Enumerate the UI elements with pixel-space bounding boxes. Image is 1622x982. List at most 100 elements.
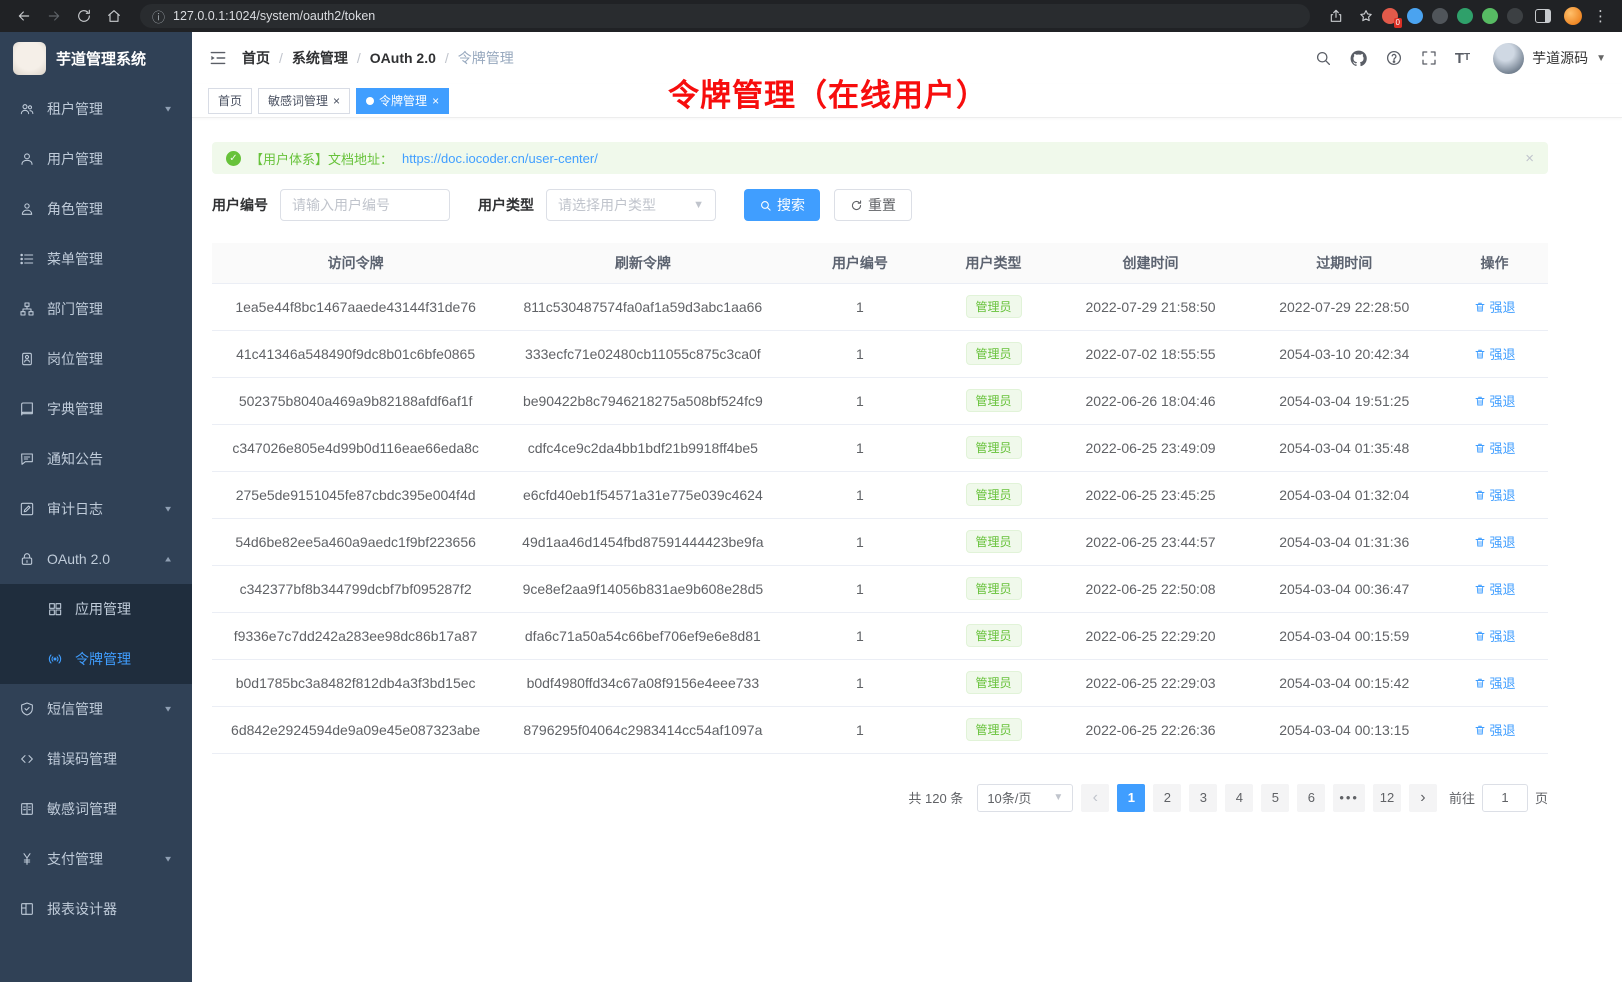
share-icon[interactable] bbox=[1322, 3, 1350, 29]
force-logout-button[interactable]: 强退 bbox=[1474, 344, 1516, 363]
extension-dark-icon[interactable] bbox=[1432, 8, 1448, 24]
force-logout-button[interactable]: 强退 bbox=[1474, 532, 1516, 551]
force-logout-button[interactable]: 强退 bbox=[1474, 391, 1516, 410]
font-size-icon[interactable]: TT bbox=[1455, 51, 1470, 66]
table-row: c347026e805e4d99b0d116eae66eda8ccdfc4ce9… bbox=[212, 424, 1548, 471]
sidebar-item-label: 错误码管理 bbox=[47, 749, 117, 769]
page-button-12[interactable]: 12 bbox=[1373, 784, 1401, 812]
force-logout-label: 强退 bbox=[1490, 579, 1516, 598]
sidebar-item-user[interactable]: 用户管理 bbox=[0, 134, 192, 184]
expire-time-cell: 2054-03-10 20:42:34 bbox=[1247, 330, 1441, 377]
app-logo-row[interactable]: 芋道管理系统 bbox=[0, 32, 192, 84]
force-logout-label: 强退 bbox=[1490, 391, 1516, 410]
sidebar-item-oauth2-app[interactable]: 应用管理 bbox=[0, 584, 192, 634]
tab-token[interactable]: 令牌管理× bbox=[356, 88, 449, 114]
page-size-select[interactable]: 10条/页 ▼ bbox=[977, 784, 1073, 812]
sidebar-item-pay[interactable]: 支付管理▼ bbox=[0, 834, 192, 884]
sidebar-item-audit-log[interactable]: 审计日志▼ bbox=[0, 484, 192, 534]
breadcrumb-item[interactable]: 首页 bbox=[242, 48, 270, 68]
goto-page-input[interactable] bbox=[1482, 784, 1528, 812]
page-more-button[interactable]: ••• bbox=[1333, 784, 1365, 812]
tab-sensitive-word[interactable]: 敏感词管理× bbox=[258, 88, 350, 114]
page-button-6[interactable]: 6 bbox=[1297, 784, 1325, 812]
sidebar-item-dict[interactable]: 字典管理 bbox=[0, 384, 192, 434]
code-icon bbox=[19, 751, 35, 767]
header-actions: TT 芋道源码 ▼ bbox=[1314, 43, 1606, 74]
browser-profile-avatar[interactable] bbox=[1559, 3, 1587, 29]
sidebar-item-post[interactable]: 岗位管理 bbox=[0, 334, 192, 384]
sidebar-item-report[interactable]: 报表设计器 bbox=[0, 884, 192, 934]
sidebar-item-sms[interactable]: 短信管理▼ bbox=[0, 684, 192, 734]
sidebar-item-error-code[interactable]: 错误码管理 bbox=[0, 734, 192, 784]
tab-close-icon[interactable]: × bbox=[333, 95, 340, 107]
breadcrumb-item[interactable]: 系统管理 bbox=[292, 48, 348, 68]
user-id-cell: 1 bbox=[786, 283, 933, 330]
col-refresh-token: 刷新令牌 bbox=[499, 243, 786, 283]
user-type-tag: 管理员 bbox=[966, 530, 1022, 553]
app-title: 芋道管理系统 bbox=[56, 48, 146, 69]
alert-close-icon[interactable]: × bbox=[1525, 150, 1534, 167]
browser-forward-button[interactable] bbox=[40, 3, 68, 29]
sidebar-item-role[interactable]: 角色管理 bbox=[0, 184, 192, 234]
tab-home[interactable]: 首页 bbox=[208, 88, 252, 114]
force-logout-button[interactable]: 强退 bbox=[1474, 438, 1516, 457]
force-logout-button[interactable]: 强退 bbox=[1474, 297, 1516, 316]
url-bar[interactable]: ⓘ 127.0.0.1:1024/system/oauth2/token bbox=[140, 4, 1310, 28]
force-logout-button[interactable]: 强退 bbox=[1474, 673, 1516, 692]
fullscreen-icon[interactable] bbox=[1420, 49, 1438, 67]
browser-home-button[interactable] bbox=[100, 3, 128, 29]
reset-button-label: 重置 bbox=[868, 195, 896, 215]
refresh-token-cell: 811c530487574fa0af1a59d3abc1aa66 bbox=[499, 283, 786, 330]
extension-puzzle-icon[interactable] bbox=[1482, 8, 1498, 24]
search-icon[interactable] bbox=[1314, 49, 1332, 67]
action-cell: 强退 bbox=[1441, 377, 1548, 424]
sidebar-item-notice[interactable]: 通知公告 bbox=[0, 434, 192, 484]
sidebar-item-oauth2[interactable]: OAuth 2.0▲ bbox=[0, 534, 192, 584]
page-button-4[interactable]: 4 bbox=[1225, 784, 1253, 812]
page-button-2[interactable]: 2 bbox=[1153, 784, 1181, 812]
refresh-token-cell: be90422b8c7946218275a508bf524fc9 bbox=[499, 377, 786, 424]
sidebar-item-dept[interactable]: 部门管理 bbox=[0, 284, 192, 334]
force-logout-button[interactable]: 强退 bbox=[1474, 720, 1516, 739]
expire-time-cell: 2054-03-04 00:15:42 bbox=[1247, 659, 1441, 706]
reset-button[interactable]: 重置 bbox=[834, 189, 912, 221]
columns-icon bbox=[19, 801, 35, 817]
sidebar-item-menu[interactable]: 菜单管理 bbox=[0, 234, 192, 284]
breadcrumb-item[interactable]: OAuth 2.0 bbox=[370, 50, 436, 66]
user-type-select[interactable]: 请选择用户类型 ▼ bbox=[546, 189, 716, 221]
sidebar-item-label: OAuth 2.0 bbox=[47, 551, 110, 567]
user-id-cell: 1 bbox=[786, 471, 933, 518]
next-page-button[interactable]: › bbox=[1409, 784, 1437, 812]
alert-doc-link[interactable]: https://doc.iocoder.cn/user-center/ bbox=[402, 151, 598, 166]
chevron-down-icon: ▼ bbox=[693, 199, 704, 211]
help-icon[interactable] bbox=[1385, 49, 1403, 67]
extension-red-icon[interactable]: 0 bbox=[1382, 8, 1398, 24]
sidebar-item-tenant[interactable]: 租户管理▼ bbox=[0, 84, 192, 134]
extension-dark2-icon[interactable] bbox=[1507, 8, 1523, 24]
sidebar-collapse-icon[interactable] bbox=[208, 48, 228, 68]
browser-reload-button[interactable] bbox=[70, 3, 98, 29]
page-button-3[interactable]: 3 bbox=[1189, 784, 1217, 812]
force-logout-button[interactable]: 强退 bbox=[1474, 579, 1516, 598]
site-info-icon[interactable]: ⓘ bbox=[152, 7, 165, 26]
user-menu[interactable]: 芋道源码 ▼ bbox=[1493, 43, 1606, 74]
sidebar-item-oauth2-token[interactable]: 令牌管理 bbox=[0, 634, 192, 684]
bookmark-star-icon[interactable] bbox=[1352, 3, 1380, 29]
extension-blue-icon[interactable] bbox=[1407, 8, 1423, 24]
sidebar-menu: 租户管理▼用户管理角色管理菜单管理部门管理岗位管理字典管理通知公告审计日志▼OA… bbox=[0, 84, 192, 982]
browser-menu-icon[interactable]: ⋮ bbox=[1589, 7, 1612, 25]
page-button-5[interactable]: 5 bbox=[1261, 784, 1289, 812]
page-button-1[interactable]: 1 bbox=[1117, 784, 1145, 812]
browser-back-button[interactable] bbox=[10, 3, 38, 29]
github-icon[interactable] bbox=[1349, 49, 1368, 68]
prev-page-button[interactable]: ‹ bbox=[1081, 784, 1109, 812]
force-logout-button[interactable]: 强退 bbox=[1474, 485, 1516, 504]
user-id-input[interactable] bbox=[280, 189, 450, 221]
tab-close-icon[interactable]: × bbox=[432, 95, 439, 107]
extension-green-icon[interactable] bbox=[1457, 8, 1473, 24]
sidebar-item-sensitive-word[interactable]: 敏感词管理 bbox=[0, 784, 192, 834]
side-panel-icon[interactable] bbox=[1529, 3, 1557, 29]
force-logout-button[interactable]: 强退 bbox=[1474, 626, 1516, 645]
search-button[interactable]: 搜索 bbox=[744, 189, 820, 221]
action-cell: 强退 bbox=[1441, 659, 1548, 706]
